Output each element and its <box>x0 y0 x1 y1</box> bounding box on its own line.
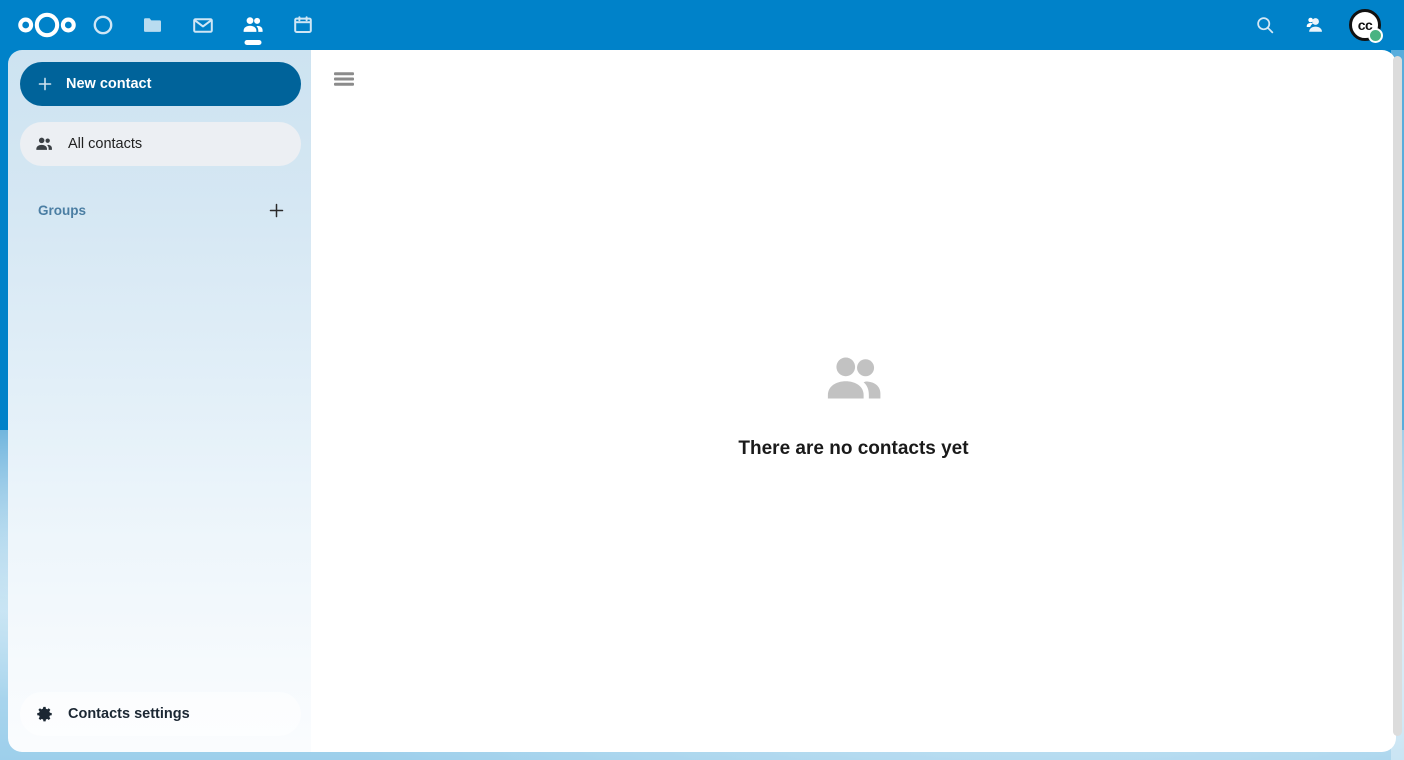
user-avatar-menu[interactable]: cc <box>1340 0 1390 50</box>
sidebar-item-all-contacts[interactable]: All contacts <box>20 122 301 166</box>
search-icon <box>1254 14 1276 36</box>
top-header-bar: cc <box>0 0 1404 50</box>
page-scrollbar-thumb[interactable] <box>1393 56 1402 736</box>
calendar-icon <box>291 13 315 37</box>
contacts-group-icon <box>821 346 887 412</box>
avatar-status-indicator <box>1368 28 1383 43</box>
add-group-button[interactable] <box>259 193 293 227</box>
contacts-menu-button[interactable] <box>1290 0 1340 50</box>
app-icon-mail[interactable] <box>178 0 228 50</box>
contacts-icon <box>241 13 265 37</box>
navigation-spacer <box>8 228 311 692</box>
navigation-list: All contacts <box>8 122 311 166</box>
new-contact-button-label: New contact <box>66 76 151 92</box>
new-contact-button[interactable]: New contact <box>20 62 301 106</box>
app-icon-contacts[interactable] <box>228 0 278 50</box>
hamburger-icon <box>334 71 354 87</box>
groups-caption-label: Groups <box>38 203 259 218</box>
sidebar-toggle-button[interactable] <box>329 64 359 94</box>
contacts-settings-button[interactable]: Contacts settings <box>20 692 301 736</box>
search-button[interactable] <box>1240 0 1290 50</box>
plus-icon <box>34 73 56 95</box>
envelope-icon <box>191 13 215 37</box>
empty-state-title: There are no contacts yet <box>738 438 968 460</box>
nextcloud-logo[interactable] <box>16 0 78 50</box>
gear-icon <box>32 702 56 726</box>
app-navigation-sidebar: New contact All contacts Groups <box>8 50 311 752</box>
contacts-settings-label: Contacts settings <box>68 706 190 722</box>
app-icon-calendar[interactable] <box>278 0 328 50</box>
person-plus-icon <box>1304 14 1326 36</box>
plus-icon <box>267 201 286 220</box>
groups-caption: Groups <box>20 192 301 228</box>
app-icon-dashboard[interactable] <box>78 0 128 50</box>
empty-state: There are no contacts yet <box>311 346 1396 460</box>
app-content-wrapper: New contact All contacts Groups <box>8 50 1396 752</box>
app-icon-files[interactable] <box>128 0 178 50</box>
folder-icon <box>141 13 165 37</box>
contacts-group-icon <box>32 132 56 156</box>
app-main-content: There are no contacts yet <box>311 50 1396 752</box>
sidebar-item-label: All contacts <box>68 136 142 152</box>
circle-icon <box>91 13 115 37</box>
